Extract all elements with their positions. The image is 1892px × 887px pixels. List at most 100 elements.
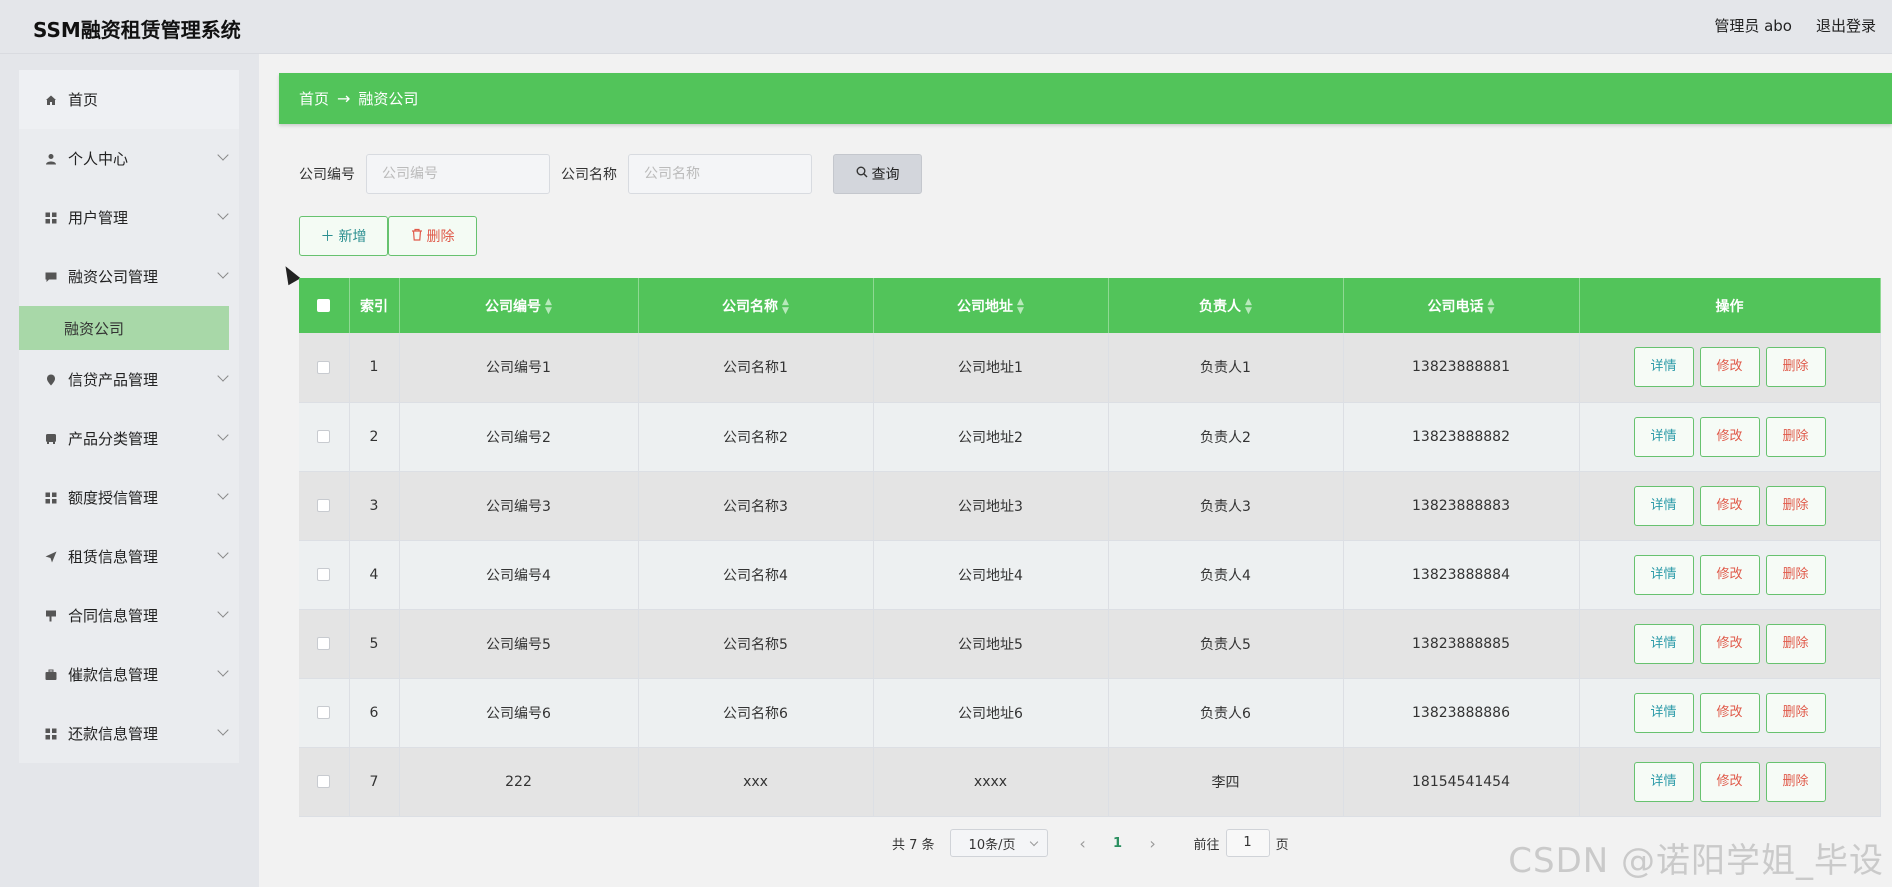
breadcrumb-home[interactable]: 首页: [299, 88, 329, 109]
chevron-down-icon: [217, 208, 229, 220]
cell-company-name: xxx: [638, 747, 874, 817]
sort-icon[interactable]: ▲ ▼: [782, 297, 789, 316]
row-checkbox[interactable]: [317, 499, 331, 512]
sidebar-item-b6[interactable]: 还款信息管理: [19, 704, 239, 763]
trash-icon: [411, 228, 423, 245]
select-all-checkbox[interactable]: [317, 299, 331, 312]
row-checkbox[interactable]: [317, 706, 331, 719]
search-button[interactable]: 查询: [833, 154, 922, 194]
cell-operations: 详情 修改 删除: [1579, 402, 1881, 472]
watermark: CSDN @诺阳学姐_毕设: [1508, 841, 1884, 881]
edit-button[interactable]: 修改: [1699, 761, 1760, 802]
sort-icon[interactable]: ▲ ▼: [1245, 297, 1252, 316]
header-manager[interactable]: 负责人 ▲ ▼: [1108, 278, 1344, 333]
grid-icon: [44, 727, 58, 741]
mouse-cursor-icon: [279, 262, 301, 286]
sort-icon[interactable]: ▲ ▼: [545, 297, 552, 316]
cell-company-address: xxxx: [873, 747, 1109, 817]
prev-page-icon[interactable]: ‹: [1068, 834, 1098, 853]
row-checkbox[interactable]: [317, 775, 331, 788]
row-checkbox[interactable]: [317, 637, 331, 650]
sidebar-item-b4[interactable]: 合同信息管理: [19, 586, 239, 645]
next-page-icon[interactable]: ›: [1138, 834, 1168, 853]
edit-button[interactable]: 修改: [1699, 485, 1760, 526]
table-row: 5 公司编号5 公司名称5 公司地址5 负责人5 13823888885 详情 修改 删除: [299, 609, 1881, 679]
logout-link[interactable]: 退出登录: [1816, 15, 1876, 36]
top-bar: SSM融资租赁管理系统 管理员 abo 退出登录: [0, 0, 1892, 54]
goto-page-input[interactable]: 1: [1225, 829, 1270, 857]
delete-button[interactable]: 删除: [1765, 692, 1826, 733]
current-page[interactable]: 1: [1098, 836, 1138, 851]
company-no-input[interactable]: [366, 154, 550, 194]
sidebar-item-label: 合同信息管理: [68, 607, 159, 625]
cell-company-address: 公司地址4: [873, 540, 1109, 610]
delete-button[interactable]: 删除: [1765, 347, 1826, 388]
delete-button[interactable]: 删除: [1765, 485, 1826, 526]
page-size-select[interactable]: 10条/页: [949, 829, 1048, 857]
action-bar: ＋ 新增 删除: [299, 216, 477, 256]
edit-button[interactable]: 修改: [1699, 692, 1760, 733]
header-company-no[interactable]: 公司编号 ▲ ▼: [399, 278, 639, 333]
row-checkbox[interactable]: [317, 360, 331, 374]
detail-button[interactable]: 详情: [1633, 623, 1694, 664]
cell-company-no: 公司编号1: [399, 333, 639, 403]
sidebar-item-b2[interactable]: 额度授信管理: [19, 468, 239, 527]
edit-button[interactable]: 修改: [1699, 623, 1760, 664]
cell-company-phone: 18154541454: [1343, 747, 1580, 817]
delete-button[interactable]: 删除: [1765, 554, 1826, 595]
delete-button[interactable]: 删除: [1765, 761, 1826, 802]
sidebar-item-b1[interactable]: 产品分类管理: [19, 409, 239, 468]
sidebar-item-b3[interactable]: 租赁信息管理: [19, 527, 239, 586]
row-checkbox[interactable]: [317, 568, 331, 581]
sort-icon[interactable]: ▲ ▼: [1488, 297, 1495, 316]
sidebar-item-a1[interactable]: 用户管理: [19, 188, 239, 247]
chevron-down-icon: [217, 267, 229, 279]
row-checkbox[interactable]: [317, 430, 331, 443]
sidebar-item-label: 融资公司管理: [68, 268, 159, 286]
detail-button[interactable]: 详情: [1633, 347, 1694, 388]
table-row: 1 公司编号1 公司名称1 公司地址1 负责人1 13823888881 详情 修改 删除: [299, 333, 1881, 403]
header-company-name[interactable]: 公司名称 ▲ ▼: [638, 278, 874, 333]
sidebar: 首页 个人中心用户管理融资公司管理 融资公司 信贷产品管理产品分类管理 额度授信管…: [19, 70, 239, 763]
header-company-address[interactable]: 公司地址 ▲ ▼: [873, 278, 1109, 333]
message-icon: [44, 270, 58, 284]
chevron-down-icon: [217, 665, 229, 677]
chevron-down-icon: [217, 429, 229, 441]
delete-button[interactable]: 删除: [1765, 623, 1826, 664]
row-select-cell: [299, 402, 350, 472]
detail-button[interactable]: 详情: [1633, 485, 1694, 526]
sidebar-item-a2[interactable]: 融资公司管理: [19, 247, 239, 306]
add-button-label: 新增: [338, 229, 367, 245]
batch-delete-button[interactable]: 删除: [388, 216, 477, 256]
cell-company-address: 公司地址6: [873, 678, 1109, 748]
sidebar-item-label: 信贷产品管理: [68, 371, 159, 389]
sort-icon[interactable]: ▲ ▼: [1017, 297, 1024, 316]
sidebar-item-a0[interactable]: 个人中心: [19, 129, 239, 188]
sidebar-item-b0[interactable]: 信贷产品管理: [19, 350, 239, 409]
cell-company-phone: 13823888881: [1343, 333, 1580, 403]
detail-button[interactable]: 详情: [1633, 692, 1694, 733]
detail-button[interactable]: 详情: [1633, 554, 1694, 595]
edit-button[interactable]: 修改: [1699, 416, 1760, 457]
cell-index: 6: [349, 678, 400, 748]
edit-button[interactable]: 修改: [1699, 554, 1760, 595]
header-company-phone[interactable]: 公司电话 ▲ ▼: [1343, 278, 1580, 333]
sidebar-item-home[interactable]: 首页: [19, 70, 239, 129]
add-button[interactable]: ＋ 新增: [299, 216, 388, 256]
sidebar-subitem-label: 融资公司: [64, 319, 125, 338]
cell-company-name: 公司名称6: [638, 678, 874, 748]
delete-button[interactable]: 删除: [1765, 416, 1826, 457]
grid-icon: [44, 491, 58, 505]
home-icon: [44, 93, 58, 107]
sidebar-item-label: 用户管理: [68, 209, 129, 227]
company-name-label: 公司名称: [561, 167, 617, 183]
cell-operations: 详情 修改 删除: [1579, 540, 1881, 610]
sidebar-item-b5[interactable]: 催款信息管理: [19, 645, 239, 704]
chevron-down-icon: [217, 606, 229, 618]
company-name-input[interactable]: [628, 154, 812, 194]
sidebar-subitem-company[interactable]: 融资公司: [19, 306, 229, 350]
table-row: 4 公司编号4 公司名称4 公司地址4 负责人4 13823888884 详情 修改 删除: [299, 540, 1881, 610]
detail-button[interactable]: 详情: [1633, 416, 1694, 457]
edit-button[interactable]: 修改: [1699, 347, 1760, 388]
detail-button[interactable]: 详情: [1633, 761, 1694, 802]
